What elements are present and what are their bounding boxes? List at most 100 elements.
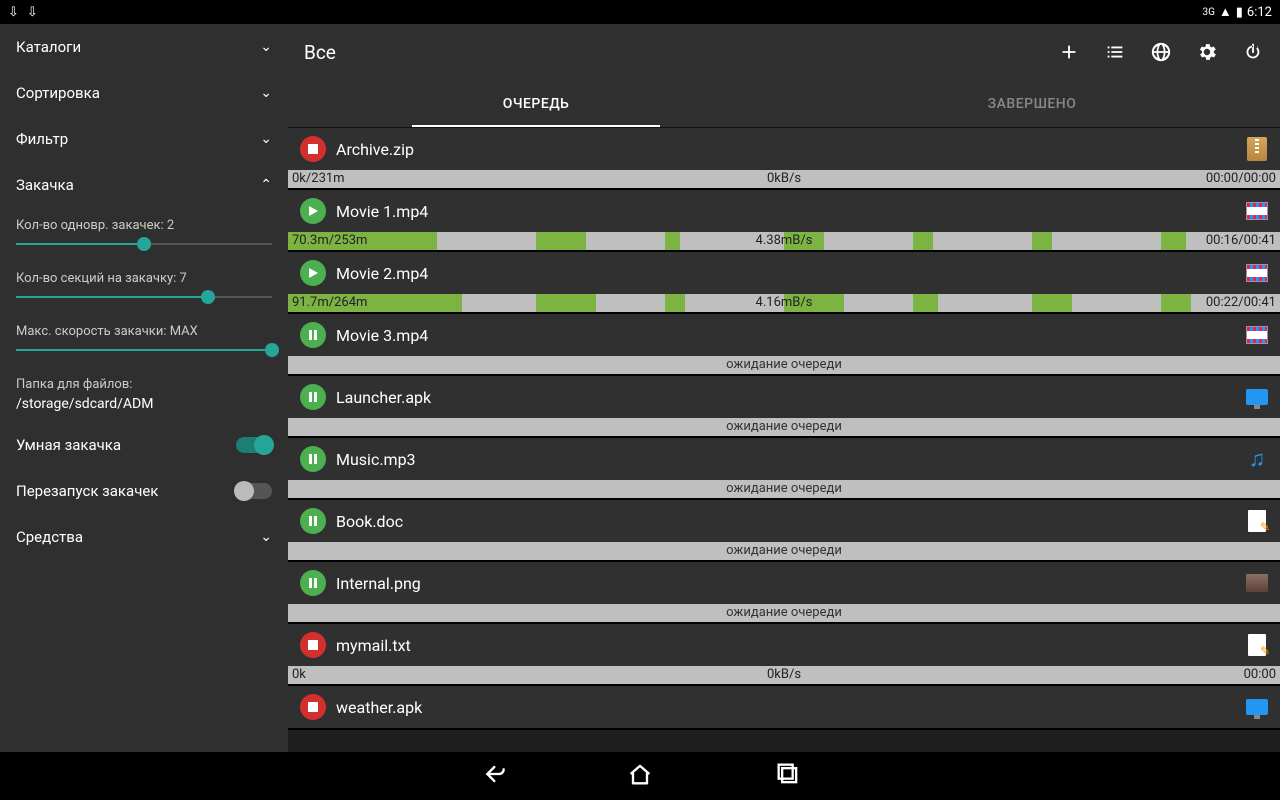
progress-bar: 70.3m/253m 4.38mB/s 00:16/00:41: [288, 232, 1280, 250]
toggle-smart-download[interactable]: Умная закачка: [0, 422, 288, 468]
switch-off-icon[interactable]: [236, 483, 272, 499]
speed-text: 0kB/s: [767, 667, 801, 682]
file-type-icon: [1246, 138, 1268, 160]
sidebar-item-label: Сортировка: [16, 84, 100, 102]
folder-path: /storage/sdcard/ADM: [16, 396, 272, 412]
status-text: ожидание очереди: [726, 543, 842, 558]
size-text: 0k: [292, 667, 306, 682]
globe-button[interactable]: [1150, 41, 1172, 63]
slider-label: Кол-во одновр. закачек: 2: [16, 218, 272, 233]
android-navbar: [0, 752, 1280, 800]
status-text: ожидание очереди: [726, 605, 842, 620]
tab-done[interactable]: ЗАВЕРШЕНО: [784, 80, 1280, 127]
recent-button[interactable]: [774, 760, 802, 792]
file-type-icon: ♫: [1246, 448, 1268, 470]
file-type-icon: [1246, 262, 1268, 284]
download-item[interactable]: Music.mp3 ♫ ожидание очереди: [288, 438, 1280, 500]
speed-text: 0kB/s: [767, 171, 801, 186]
file-name: Movie 3.mp4: [336, 326, 1236, 345]
sidebar-item-filter[interactable]: Фильтр ⌄: [0, 116, 288, 162]
progress-bar: ожидание очереди: [288, 604, 1280, 622]
time-text: 00:22/00:41: [1206, 295, 1276, 310]
download-item[interactable]: Movie 3.mp4 ожидание очереди: [288, 314, 1280, 376]
toggle-label: Перезапуск закачек: [16, 482, 158, 500]
size-text: 91.7m/264m: [292, 295, 367, 310]
switch-on-icon[interactable]: [236, 437, 272, 453]
pause-button[interactable]: [300, 508, 326, 534]
file-type-icon: [1246, 634, 1268, 656]
add-button[interactable]: [1058, 41, 1080, 63]
battery-icon: ▮: [1236, 5, 1243, 20]
progress-bar: ожидание очереди: [288, 356, 1280, 374]
progress-bar: 0k 0kB/s 00:00: [288, 666, 1280, 684]
page-title: Все: [304, 41, 336, 64]
download-item[interactable]: Book.doc ожидание очереди: [288, 500, 1280, 562]
speed-text: 4.16mB/s: [756, 295, 813, 310]
status-text: ожидание очереди: [726, 419, 842, 434]
file-type-icon: [1246, 510, 1268, 532]
file-type-icon: [1246, 572, 1268, 594]
download-item[interactable]: Internal.png ожидание очереди: [288, 562, 1280, 624]
sidebar-item-tools[interactable]: Средства ⌄: [0, 514, 288, 560]
pause-button[interactable]: [300, 322, 326, 348]
pause-button[interactable]: [300, 446, 326, 472]
stop-button[interactable]: [300, 136, 326, 162]
file-name: Movie 1.mp4: [336, 202, 1236, 221]
back-button[interactable]: [478, 760, 506, 792]
stop-button[interactable]: [300, 694, 326, 720]
sidebar-item-label: Средства: [16, 528, 83, 546]
chevron-down-icon: ⌄: [260, 85, 272, 101]
status-bar: ⇩ ⇩ 3G ▲ ▮ 6:12: [0, 0, 1280, 24]
tab-queue[interactable]: ОЧЕРЕДЬ: [288, 80, 784, 127]
play-button[interactable]: [300, 260, 326, 286]
sidebar-item-label: Закачка: [16, 176, 74, 194]
chevron-down-icon: ⌄: [260, 529, 272, 545]
chevron-down-icon: ⌄: [260, 131, 272, 147]
sidebar-item-catalogs[interactable]: Каталоги ⌄: [0, 24, 288, 70]
download-list[interactable]: Archive.zip 0k/231m0kB/s00:00/00:00 Movi…: [288, 128, 1280, 752]
file-type-icon: [1246, 200, 1268, 222]
sidebar-item-sorting[interactable]: Сортировка ⌄: [0, 70, 288, 116]
time-text: 00:00/00:00: [1206, 171, 1276, 186]
pause-button[interactable]: [300, 384, 326, 410]
progress-bar: 91.7m/264m 4.16mB/s 00:22/00:41: [288, 294, 1280, 312]
slider-maxspeed[interactable]: Макс. скорость закачки: MAX: [0, 314, 288, 367]
file-name: mymail.txt: [336, 636, 1236, 655]
settings-button[interactable]: [1196, 41, 1218, 63]
pause-button[interactable]: [300, 570, 326, 596]
file-type-icon: [1246, 386, 1268, 408]
download-item[interactable]: Movie 2.mp4 91.7m/264m4.16mB/s00:22/00:4…: [288, 252, 1280, 314]
download-item[interactable]: Movie 1.mp4 70.3m/253m 4.38mB/s 00:16/00:4…: [288, 190, 1280, 252]
slider-simultaneous[interactable]: Кол-во одновр. закачек: 2: [0, 208, 288, 261]
home-button[interactable]: [626, 760, 654, 792]
signal-icon: ▲: [1219, 4, 1232, 20]
sidebar-item-label: Фильтр: [16, 130, 68, 148]
main-panel: Все ОЧЕРЕДЬ ЗАВЕРШЕНО Archive.zip 0k/231…: [288, 24, 1280, 752]
download-item[interactable]: Launcher.apk ожидание очереди: [288, 376, 1280, 438]
download-indicator-icon: ⇩: [27, 5, 38, 20]
time-text: 00:00: [1244, 667, 1276, 682]
sidebar-item-download[interactable]: Закачка ⌃: [0, 162, 288, 208]
folder-setting[interactable]: Папка для файлов: /storage/sdcard/ADM: [0, 367, 288, 422]
progress-bar: ожидание очереди: [288, 480, 1280, 498]
time-text: 00:16/00:41: [1206, 233, 1276, 248]
toggle-restart-downloads[interactable]: Перезапуск закачек: [0, 468, 288, 514]
download-item[interactable]: weather.apk: [288, 686, 1280, 730]
size-text: 0k/231m: [292, 171, 345, 186]
slider-label: Макс. скорость закачки: MAX: [16, 324, 272, 339]
slider-sections[interactable]: Кол-во секций на закачку: 7: [0, 261, 288, 314]
progress-bar: ожидание очереди: [288, 418, 1280, 436]
status-text: ожидание очереди: [726, 357, 842, 372]
list-button[interactable]: [1104, 41, 1126, 63]
download-item[interactable]: Archive.zip 0k/231m0kB/s00:00/00:00: [288, 128, 1280, 190]
chevron-down-icon: ⌄: [260, 39, 272, 55]
progress-bar: 0k/231m 0kB/s 00:00/00:00: [288, 170, 1280, 188]
power-button[interactable]: [1242, 41, 1264, 63]
download-item[interactable]: mymail.txt 0k 0kB/s 00:00: [288, 624, 1280, 686]
size-text: 70.3m/253m: [292, 233, 367, 248]
toggle-label: Умная закачка: [16, 436, 121, 454]
play-button[interactable]: [300, 198, 326, 224]
stop-button[interactable]: [300, 632, 326, 658]
speed-text: 4.38mB/s: [756, 233, 813, 248]
network-label: 3G: [1202, 7, 1214, 18]
